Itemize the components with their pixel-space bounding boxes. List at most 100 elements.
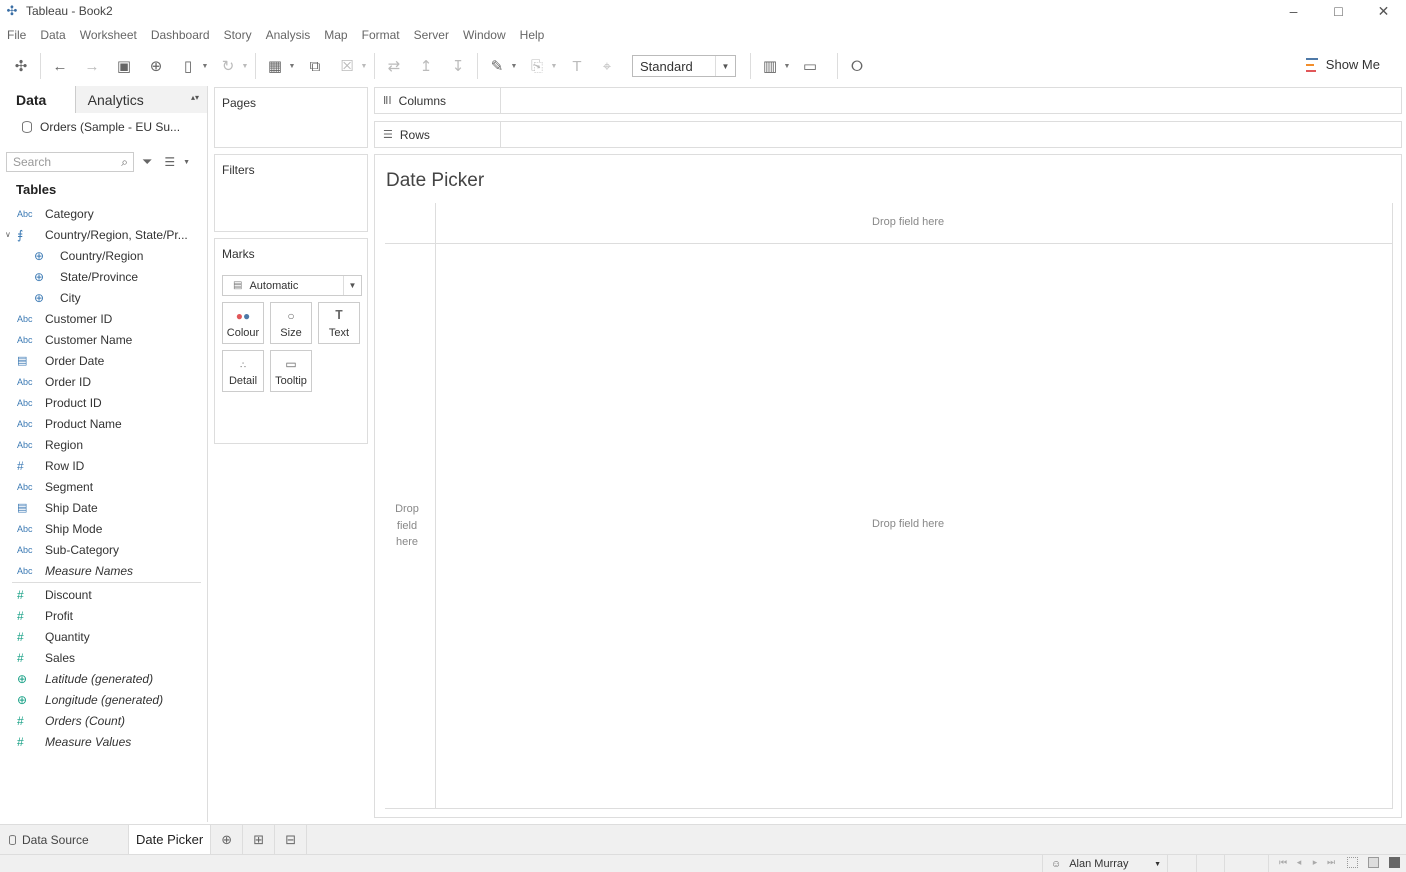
field-item[interactable]: ▤ Ship Date xyxy=(0,497,207,518)
field-item[interactable]: # Row ID xyxy=(0,455,207,476)
save-icon[interactable]: ▣ xyxy=(111,53,137,79)
menu-window[interactable]: Window xyxy=(456,28,513,42)
undo-icon[interactable]: ← xyxy=(47,53,73,79)
tab-data[interactable]: Data xyxy=(0,86,75,113)
filters-card[interactable]: Filters xyxy=(214,154,368,232)
fix-axes-icon[interactable]: ⌖ xyxy=(594,53,620,79)
pause-updates-dropdown-icon[interactable]: ▼ xyxy=(201,63,209,70)
field-item[interactable]: Abc Region xyxy=(0,434,207,455)
text-button[interactable]: 𝐓 Text xyxy=(318,302,360,344)
field-item[interactable]: ⊕ City xyxy=(0,287,207,308)
field-item[interactable]: Abc Category xyxy=(0,203,207,224)
new-datasource-icon[interactable]: ⊕ xyxy=(143,53,169,79)
view-list-icon[interactable]: ☰ xyxy=(164,155,175,169)
chevron-down-icon[interactable]: ▼ xyxy=(343,276,361,295)
filmstrip-icon[interactable] xyxy=(1368,857,1379,868)
view-dropdown-icon[interactable]: ▼ xyxy=(183,159,190,166)
menu-story[interactable]: Story xyxy=(217,28,259,42)
menu-analysis[interactable]: Analysis xyxy=(259,28,318,42)
field-item[interactable]: ⊕ Longitude (generated) xyxy=(0,689,207,710)
mark-type-select[interactable]: ▤ Automatic ▼ xyxy=(222,275,362,296)
user-menu[interactable]: ☺ Alan Murray ▼ xyxy=(1042,855,1168,872)
drop-zone-view[interactable]: Drop field here xyxy=(872,518,944,530)
field-item[interactable]: ∨ ⨎ Country/Region, State/Pr... xyxy=(0,224,207,245)
new-worksheet-dropdown-icon[interactable]: ▼ xyxy=(288,63,296,70)
clear-sheet-dropdown-icon[interactable]: ▼ xyxy=(360,63,368,70)
show-cards-dropdown-icon[interactable]: ▼ xyxy=(783,63,791,70)
field-item[interactable]: # Orders (Count) xyxy=(0,710,207,731)
rows-shelf[interactable]: ☰ Rows xyxy=(374,121,1402,148)
sheet-title[interactable]: Date Picker xyxy=(386,170,484,192)
first-sheet-icon[interactable]: ⏮ xyxy=(1275,857,1291,868)
show-mark-labels-icon[interactable]: T xyxy=(564,53,590,79)
minimize-button[interactable]: – xyxy=(1271,0,1316,22)
new-story-icon[interactable]: ⊟ xyxy=(275,824,308,855)
menu-help[interactable]: Help xyxy=(513,28,552,42)
highlight-icon[interactable]: ✎ xyxy=(484,53,510,79)
field-item[interactable]: Abc Customer Name xyxy=(0,329,207,350)
field-item[interactable]: ⊕ Latitude (generated) xyxy=(0,668,207,689)
drop-zone-columns[interactable]: Drop field here xyxy=(872,216,944,228)
size-button[interactable]: ○ Size xyxy=(270,302,312,344)
group-dropdown-icon[interactable]: ▼ xyxy=(550,63,558,70)
menu-server[interactable]: Server xyxy=(407,28,456,42)
field-item[interactable]: # Measure Values xyxy=(0,731,207,752)
new-dashboard-icon[interactable]: ⊞ xyxy=(243,824,276,855)
close-button[interactable]: ✕ xyxy=(1361,0,1406,22)
field-item[interactable]: # Quantity xyxy=(0,626,207,647)
tooltip-button[interactable]: ▭ Tooltip xyxy=(270,350,312,392)
previous-sheet-icon[interactable]: ◂ xyxy=(1291,857,1307,868)
refresh-dropdown-icon[interactable]: ▼ xyxy=(241,63,249,70)
menu-map[interactable]: Map xyxy=(317,28,354,42)
tabs-view-icon[interactable] xyxy=(1389,857,1400,868)
field-item[interactable]: Abc Ship Mode xyxy=(0,518,207,539)
duplicate-sheet-icon[interactable]: ⧉ xyxy=(302,53,328,79)
menu-data[interactable]: Data xyxy=(33,28,72,42)
filter-icon[interactable]: ⏷ xyxy=(142,154,152,170)
menu-format[interactable]: Format xyxy=(355,28,407,42)
drop-zone-rows[interactable]: Drop field here xyxy=(387,501,427,551)
maximize-button[interactable]: □ xyxy=(1316,0,1361,22)
pages-card[interactable]: Pages xyxy=(214,87,368,148)
field-item[interactable]: Abc Sub-Category xyxy=(0,539,207,560)
field-item[interactable]: Abc Measure Names xyxy=(0,560,207,581)
colour-button[interactable]: ●● Colour xyxy=(222,302,264,344)
field-item[interactable]: ▤ Order Date xyxy=(0,350,207,371)
show-me-button[interactable]: Show Me xyxy=(1305,57,1380,72)
field-item[interactable]: ⊕ Country/Region xyxy=(0,245,207,266)
highlight-dropdown-icon[interactable]: ▼ xyxy=(510,63,518,70)
field-item[interactable]: # Discount xyxy=(0,584,207,605)
field-item[interactable]: Abc Customer ID xyxy=(0,308,207,329)
pause-updates-icon[interactable]: ▯ xyxy=(175,53,201,79)
last-sheet-icon[interactable]: ⏭ xyxy=(1323,857,1339,868)
clear-sheet-icon[interactable]: ☒ xyxy=(334,53,360,79)
menu-dashboard[interactable]: Dashboard xyxy=(144,28,217,42)
share-icon[interactable]: ⭘ xyxy=(844,53,870,79)
sort-ascending-icon[interactable]: ↥ xyxy=(413,53,439,79)
chevron-down-icon[interactable]: ▼ xyxy=(715,56,735,76)
tab-analytics[interactable]: Analytics ▴▾ xyxy=(74,86,207,113)
field-item[interactable]: Abc Order ID xyxy=(0,371,207,392)
detail-button[interactable]: ∴ Detail xyxy=(222,350,264,392)
sheet-tab-date-picker[interactable]: Date Picker xyxy=(128,824,212,855)
collapse-icon[interactable]: ∨ xyxy=(5,230,11,239)
menu-worksheet[interactable]: Worksheet xyxy=(73,28,144,42)
field-item[interactable]: Abc Product Name xyxy=(0,413,207,434)
sheet-sorter-icon[interactable] xyxy=(1347,857,1358,868)
presentation-mode-icon[interactable]: ▭ xyxy=(797,53,823,79)
columns-shelf[interactable]: ⅡⅠ Columns xyxy=(374,87,1402,114)
new-worksheet-icon[interactable]: ▦ xyxy=(262,53,288,79)
swap-rows-columns-icon[interactable]: ⇄ xyxy=(381,53,407,79)
show-cards-icon[interactable]: ▥ xyxy=(757,53,783,79)
sort-descending-icon[interactable]: ↧ xyxy=(445,53,471,79)
redo-icon[interactable]: → xyxy=(79,53,105,79)
refresh-icon[interactable]: ↻ xyxy=(215,53,241,79)
datasource-item[interactable]: Orders (Sample - EU Su... xyxy=(0,113,207,141)
menu-file[interactable]: File xyxy=(0,28,33,42)
data-source-tab[interactable]: Data Source xyxy=(0,825,128,855)
new-worksheet-icon[interactable]: ⊕ xyxy=(211,824,244,855)
field-item[interactable]: # Sales xyxy=(0,647,207,668)
field-item[interactable]: Abc Product ID xyxy=(0,392,207,413)
fit-select[interactable]: Standard ▼ xyxy=(632,55,736,77)
field-item[interactable]: Abc Segment xyxy=(0,476,207,497)
